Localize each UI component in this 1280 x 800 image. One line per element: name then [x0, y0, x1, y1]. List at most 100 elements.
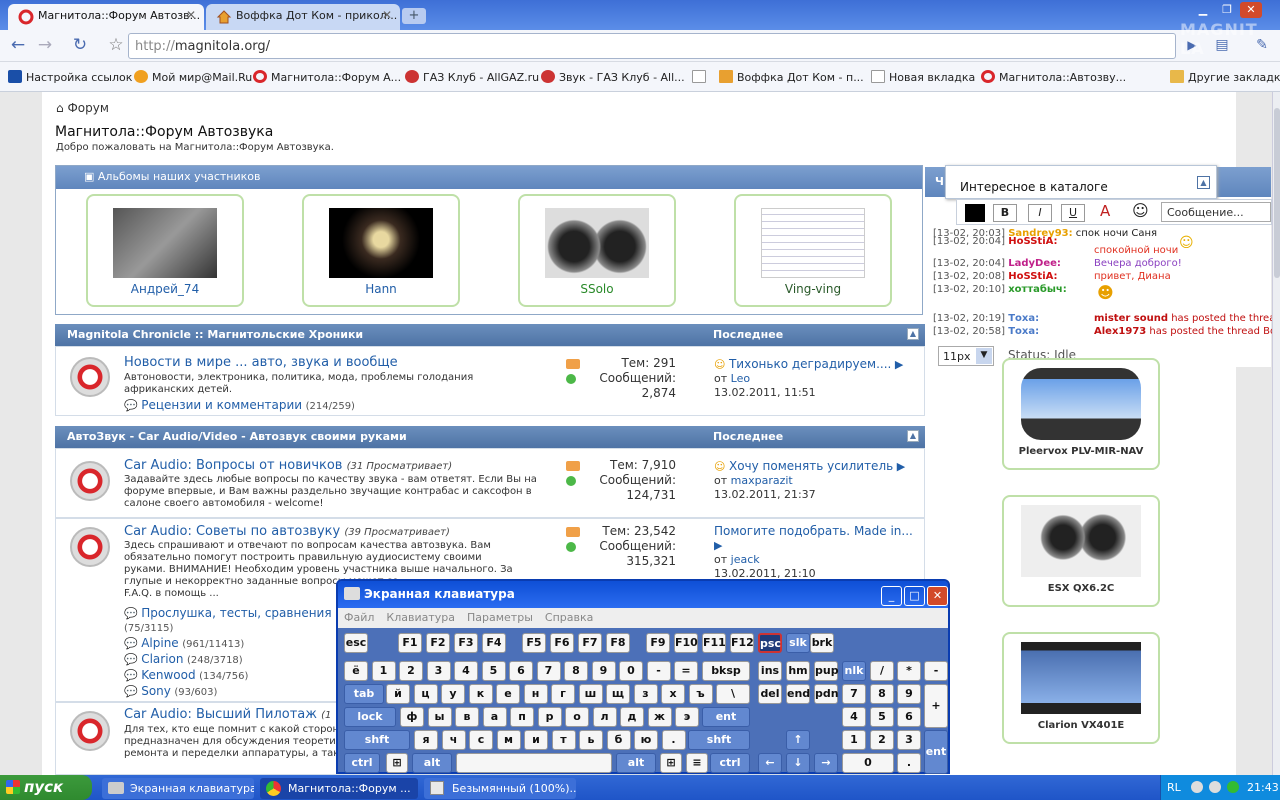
- key[interactable]: shft: [688, 730, 750, 750]
- key[interactable]: у: [441, 684, 465, 704]
- vertical-scrollbar[interactable]: [1272, 92, 1280, 775]
- key[interactable]: 9: [897, 684, 921, 704]
- key[interactable]: .: [661, 730, 686, 750]
- last-post-title[interactable]: Хочу поменять усилитель: [729, 459, 893, 473]
- color-picker[interactable]: [965, 204, 985, 222]
- bookmark-item[interactable]: Звук - ГАЗ Клуб - All...: [541, 70, 685, 84]
- key[interactable]: б: [606, 730, 631, 750]
- key[interactable]: е: [496, 684, 520, 704]
- key[interactable]: shft: [344, 730, 410, 750]
- key[interactable]: м: [496, 730, 521, 750]
- key[interactable]: 4: [454, 661, 478, 681]
- chat-user[interactable]: HoSStiA:: [1008, 271, 1057, 282]
- address-bar[interactable]: http://magnitola.org/: [128, 33, 1176, 59]
- key[interactable]: pup: [814, 661, 839, 681]
- key[interactable]: F10: [674, 633, 698, 653]
- key[interactable]: ctrl: [344, 753, 380, 773]
- chat-user[interactable]: хоттабыч:: [1008, 284, 1067, 295]
- taskbar-item[interactable]: Магнитола::Форум ...: [260, 778, 418, 799]
- key[interactable]: F8: [606, 633, 630, 653]
- key[interactable]: т: [551, 730, 576, 750]
- key[interactable]: +: [924, 684, 948, 728]
- key[interactable]: о: [565, 707, 589, 727]
- key[interactable]: end: [786, 684, 810, 704]
- collapse-icon[interactable]: ▲: [1197, 176, 1210, 189]
- catalog-item[interactable]: Pleervox PLV-MIR-NAV: [1002, 358, 1160, 470]
- subforum-link[interactable]: 💬 Sony (93/603): [124, 684, 332, 700]
- key[interactable]: щ: [606, 684, 630, 704]
- key[interactable]: к: [468, 684, 493, 704]
- new-tab-button[interactable]: +: [402, 8, 426, 24]
- underline-button[interactable]: U: [1061, 204, 1085, 222]
- album-card[interactable]: Hann: [302, 194, 460, 307]
- bookmark-item[interactable]: Новая вкладка: [871, 70, 975, 84]
- key[interactable]: 3: [897, 730, 921, 750]
- close-tab-icon[interactable]: ✕: [186, 8, 196, 22]
- key[interactable]: 6: [509, 661, 533, 681]
- key[interactable]: а: [482, 707, 507, 727]
- key[interactable]: F6: [550, 633, 574, 653]
- bookmark-item[interactable]: Магнитола::Форум А...: [253, 70, 401, 84]
- key[interactable]: esc: [344, 633, 368, 653]
- key[interactable]: psc: [758, 633, 782, 653]
- close-tab-icon[interactable]: ✕: [382, 8, 392, 22]
- chat-user[interactable]: Тоха:: [1008, 326, 1039, 337]
- forum-title[interactable]: Car Audio: Вопросы от новичков (31 Просм…: [124, 458, 452, 473]
- key[interactable]: в: [455, 707, 479, 727]
- key[interactable]: *: [897, 661, 921, 681]
- key[interactable]: ctrl: [710, 753, 750, 773]
- key[interactable]: brk: [810, 633, 834, 653]
- other-bookmarks[interactable]: Другие закладки: [1170, 70, 1280, 84]
- key[interactable]: й: [386, 684, 410, 704]
- key[interactable]: 5: [870, 707, 894, 727]
- key[interactable]: tab: [344, 684, 384, 704]
- key[interactable]: alt: [616, 753, 656, 773]
- key[interactable]: ы: [427, 707, 452, 727]
- breadcrumb[interactable]: ⌂ Форум: [56, 101, 109, 115]
- last-post-user[interactable]: Leo: [731, 372, 750, 385]
- key[interactable]: ш: [578, 684, 603, 704]
- subforum-link[interactable]: 💬 Alpine (961/11413): [124, 636, 332, 652]
- start-button[interactable]: пуск: [0, 775, 92, 800]
- key[interactable]: del: [758, 684, 782, 704]
- goto-last-icon[interactable]: ▶: [714, 539, 722, 552]
- key[interactable]: F3: [454, 633, 478, 653]
- key[interactable]: з: [633, 684, 658, 704]
- close-window-icon[interactable]: ✕: [1240, 2, 1262, 18]
- key[interactable]: н: [523, 684, 548, 704]
- key[interactable]: -: [646, 661, 671, 681]
- key[interactable]: и: [524, 730, 548, 750]
- tab-magnitola[interactable]: Магнитола::Форум Автозв... ✕: [8, 4, 204, 30]
- font-size-select[interactable]: 11px ▼: [938, 346, 994, 366]
- tray-icon[interactable]: [1191, 781, 1203, 793]
- key[interactable]: 0: [842, 753, 894, 773]
- last-post-title[interactable]: Помогите подобрать. Made in...: [714, 524, 913, 538]
- bookmark-item[interactable]: Мой мир@Mail.Ru: [134, 70, 252, 84]
- bookmark-item[interactable]: [692, 70, 710, 84]
- maximize-icon[interactable]: □: [904, 586, 925, 606]
- key[interactable]: 7: [536, 661, 561, 681]
- key[interactable]: 9: [591, 661, 616, 681]
- last-post-title[interactable]: Тихонько деградируем....: [729, 357, 891, 371]
- font-color-icon[interactable]: A: [1100, 202, 1110, 220]
- tray-icon[interactable]: [1227, 781, 1239, 793]
- reload-icon[interactable]: ↻: [68, 35, 92, 57]
- key[interactable]: 0: [619, 661, 643, 681]
- album-card[interactable]: SSolo: [518, 194, 676, 307]
- spacebar-key[interactable]: [456, 753, 612, 773]
- key[interactable]: 8: [870, 684, 894, 704]
- key[interactable]: \: [716, 684, 750, 704]
- key[interactable]: ж: [647, 707, 672, 727]
- menu-settings[interactable]: Параметры: [467, 611, 533, 624]
- album-card[interactable]: Ving-ving: [734, 194, 892, 307]
- key[interactable]: с: [469, 730, 493, 750]
- key[interactable]: hm: [786, 661, 810, 681]
- star-icon[interactable]: ☆: [104, 35, 128, 57]
- restore-icon[interactable]: ❐: [1216, 2, 1238, 18]
- collapse-icon[interactable]: ▲: [907, 430, 919, 442]
- subforum-link[interactable]: 💬 Прослушка, тесты, сравнения: [124, 606, 332, 621]
- menu-key-icon[interactable]: ≡: [686, 753, 708, 773]
- key[interactable]: F1: [398, 633, 422, 653]
- windows-key-icon[interactable]: ⊞: [386, 753, 408, 773]
- key[interactable]: pdn: [814, 684, 839, 704]
